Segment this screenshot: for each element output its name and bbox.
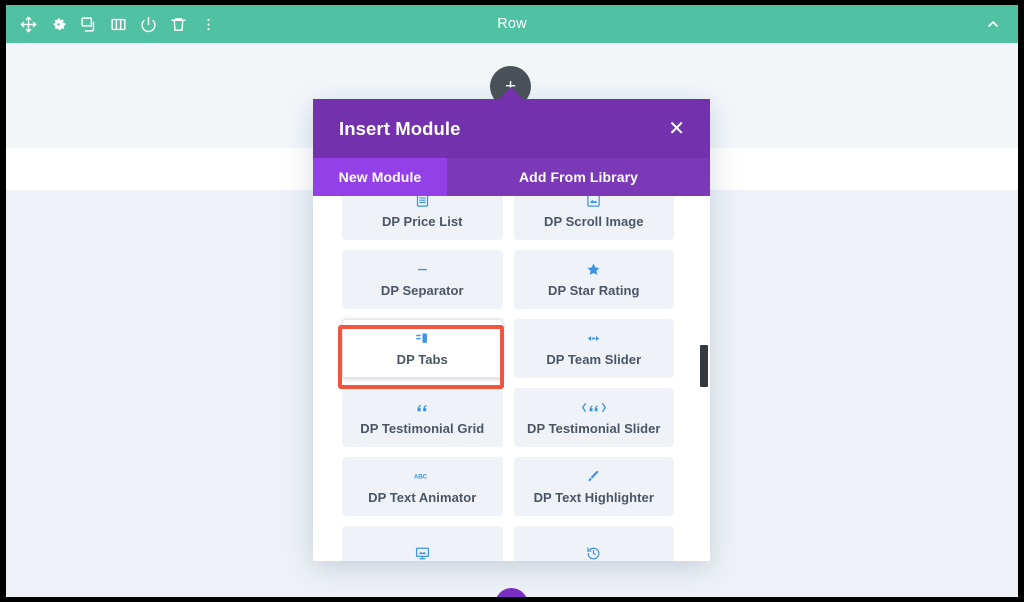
modal-scrollbar-thumb[interactable]: [700, 345, 708, 387]
module-card-label: DP Tabs: [397, 352, 448, 367]
module-card[interactable]: DP Tabs: [342, 319, 503, 378]
duplicate-icon[interactable]: [79, 15, 97, 33]
module-card-label: DP Text Highlighter: [534, 490, 654, 505]
module-card[interactable]: DP Text Highlighter: [514, 457, 675, 516]
minus-icon: [415, 262, 430, 278]
module-card[interactable]: [514, 526, 675, 561]
module-card-label: DP Testimonial Grid: [360, 421, 484, 436]
clock-icon: [586, 545, 601, 561]
module-grid: DP Price List DP Scroll Image DP Separator…: [342, 196, 674, 561]
more-vertical-icon[interactable]: [199, 15, 217, 33]
insert-module-modal: Insert Module ✕ New Module Add From Libr…: [313, 99, 710, 561]
frame-edge-right: [1018, 0, 1024, 602]
quote-slider-icon: [581, 400, 607, 416]
module-card[interactable]: DP Team Slider: [514, 319, 675, 378]
module-list-scroll-area: DP Price List DP Scroll Image DP Separator…: [313, 196, 710, 561]
power-icon[interactable]: [139, 15, 157, 33]
image-monitor-icon: [415, 545, 430, 561]
columns-icon[interactable]: [109, 15, 127, 33]
module-card[interactable]: DP Price List: [342, 196, 503, 240]
list-icon: [415, 196, 430, 209]
modal-pointer: [498, 87, 524, 100]
brush-icon: [586, 469, 601, 485]
tab-new-module[interactable]: New Module: [313, 158, 447, 196]
scroll-image-icon: [586, 196, 601, 209]
modal-title: Insert Module: [339, 118, 461, 140]
frame-edge-left: [0, 0, 6, 602]
module-card[interactable]: DP Testimonial Slider: [514, 388, 675, 447]
modal-tabs: New Module Add From Library: [313, 158, 710, 196]
module-card[interactable]: DP Star Rating: [514, 250, 675, 309]
module-card[interactable]: ABC DP Text Animator: [342, 457, 503, 516]
frame-edge-top: [0, 0, 1024, 5]
module-card-label: DP Testimonial Slider: [527, 421, 661, 436]
module-card[interactable]: DP Testimonial Grid: [342, 388, 503, 447]
module-card[interactable]: DP Separator: [342, 250, 503, 309]
screenshot-canvas: Row + Insert Module ✕ New Module Add Fro…: [0, 0, 1024, 602]
modal-scrollbar-track[interactable]: [700, 196, 710, 561]
chevron-up-icon[interactable]: [985, 16, 1018, 32]
trash-icon[interactable]: [169, 15, 187, 33]
close-icon[interactable]: ✕: [664, 117, 689, 141]
module-card-label: DP Team Slider: [546, 352, 641, 367]
tab-add-from-library[interactable]: Add From Library: [447, 158, 710, 196]
frame-edge-bottom: [0, 597, 1024, 602]
star-icon: [586, 262, 601, 278]
quote-icon: [415, 400, 430, 416]
gear-icon[interactable]: [49, 15, 67, 33]
module-card-label: DP Scroll Image: [544, 214, 644, 229]
module-card[interactable]: [342, 526, 503, 561]
move-icon[interactable]: [19, 15, 37, 33]
module-card-label: DP Separator: [381, 283, 464, 298]
module-card-label: DP Text Animator: [368, 490, 476, 505]
row-toolbar-icon-group: [6, 15, 217, 33]
module-card[interactable]: DP Scroll Image: [514, 196, 675, 240]
left-right-arrow-icon: [586, 331, 601, 347]
tabs-icon: [415, 331, 430, 347]
row-toolbar: Row: [6, 5, 1018, 43]
abc-icon: ABC: [414, 469, 431, 485]
modal-header: Insert Module ✕: [313, 99, 710, 158]
module-card-label: DP Price List: [382, 214, 463, 229]
module-card-label: DP Star Rating: [548, 283, 639, 298]
svg-text:ABC: ABC: [414, 475, 428, 481]
